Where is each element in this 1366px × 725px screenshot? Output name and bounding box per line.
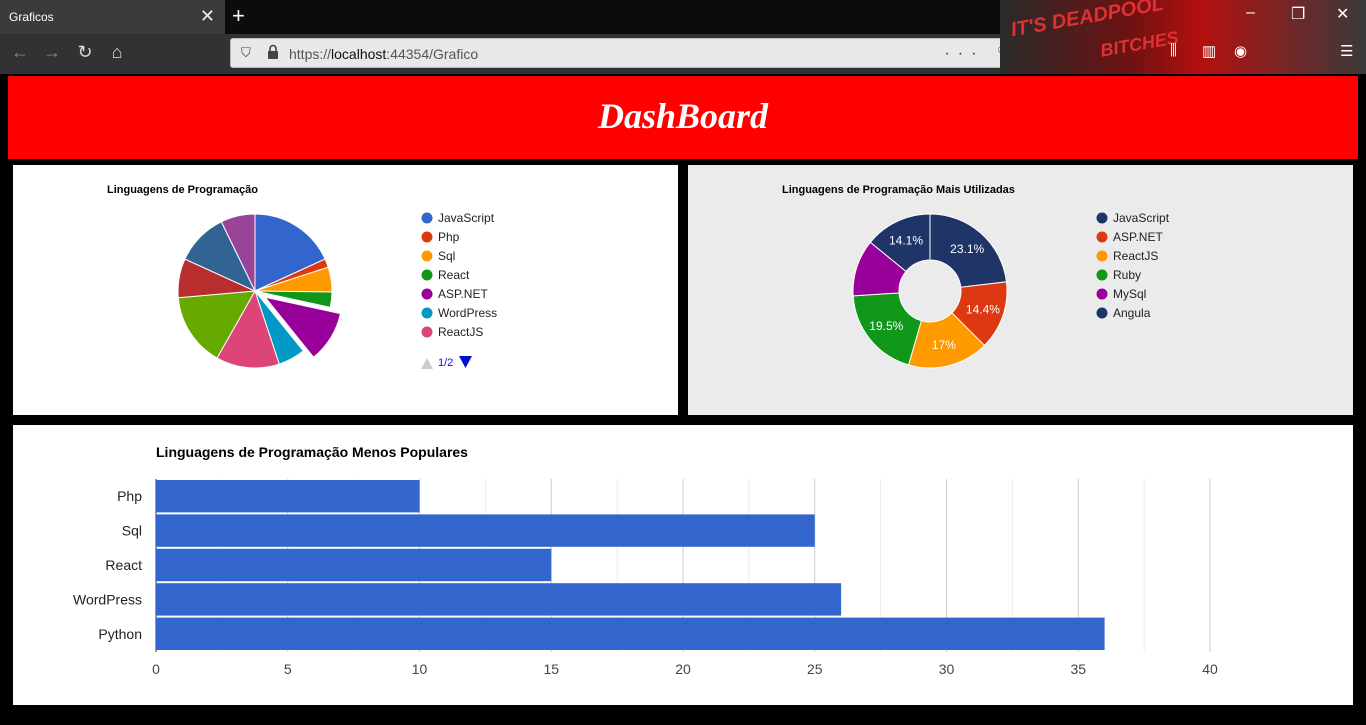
tab-title: Graficos (9, 10, 54, 24)
page-title: DashBoard (597, 96, 769, 136)
x-tick-label: 0 (152, 661, 160, 677)
legend-swatch (1096, 269, 1108, 281)
bar-python[interactable] (156, 617, 1105, 650)
x-tick-label: 5 (284, 661, 292, 677)
chart-title: Linguagens de Programação (107, 184, 258, 196)
legend-item-wordpress[interactable]: WordPress (438, 306, 497, 320)
bar-sql[interactable] (156, 514, 815, 547)
legend-item-reactjs[interactable]: ReactJS (1113, 249, 1158, 263)
legend-swatch (1096, 231, 1108, 243)
url-text[interactable]: https://localhost:44354/Grafico (289, 46, 478, 62)
donut-chart-panel: Linguagens de Programação Mais Utilizada… (688, 165, 1353, 415)
legend-swatch (1096, 288, 1108, 300)
legend-item-react[interactable]: React (438, 268, 470, 282)
bar-chart-panel: Linguagens de Programação Menos Populare… (13, 425, 1353, 705)
chart-title: Linguagens de Programação Menos Populare… (156, 444, 468, 460)
theme-text-2: BITCHES (1098, 27, 1181, 61)
legend-page: 1/2 (438, 357, 453, 369)
menu-icon[interactable]: ☰ (1340, 42, 1353, 60)
legend-swatch (421, 212, 433, 224)
bar-wordpress[interactable] (156, 583, 842, 616)
shield-icon[interactable]: ⛉ (241, 45, 251, 61)
address-bar[interactable]: ⛉ https://localhost:44354/Grafico ··· ♡ … (230, 38, 1065, 68)
url-host: localhost (331, 46, 387, 62)
bar-php[interactable] (156, 480, 420, 513)
legend-swatch (421, 269, 433, 281)
slice-label-ruby: 19.5% (869, 319, 903, 333)
browser-theme-artwork: IT'S DEADPOOL BITCHES – ❐ ✕ ⫼ ▥ ◉ ☰ (1000, 0, 1366, 74)
x-tick-label: 35 (1070, 661, 1086, 677)
bar-react[interactable] (156, 548, 552, 582)
x-tick-label: 40 (1202, 661, 1218, 677)
category-label-sql: Sql (122, 523, 142, 539)
legend-swatch (1096, 212, 1108, 224)
slice-label-javascript: 23.1% (950, 242, 984, 256)
dashboard-header: DashBoard (8, 76, 1358, 159)
legend-item-javascript[interactable]: JavaScript (1113, 211, 1170, 225)
reload-icon[interactable]: ↻ (73, 42, 97, 63)
legend-swatch (1096, 250, 1108, 262)
legend-swatch (421, 250, 433, 262)
legend-item-angula[interactable]: Angula (1113, 306, 1151, 320)
bar-chart: Linguagens de Programação Menos Populare… (73, 444, 1218, 677)
legend-item-mysql[interactable]: MySql (1113, 287, 1146, 301)
legend-next-arrow-icon[interactable] (459, 356, 472, 368)
category-label-php: Php (117, 488, 142, 504)
category-label-wordpress: WordPress (73, 591, 142, 607)
pie-chart: Linguagens de Programação JavaScript Php S… (107, 184, 497, 369)
close-window-icon[interactable]: ✕ (1336, 4, 1349, 24)
legend-swatch (421, 231, 433, 243)
legend-item-ruby[interactable]: Ruby (1113, 268, 1141, 282)
legend-swatch (1096, 307, 1108, 319)
x-tick-label: 15 (543, 661, 559, 677)
minimize-icon[interactable]: – (1246, 4, 1255, 22)
home-icon[interactable]: ⌂ (105, 42, 129, 63)
legend-item-php[interactable]: Php (438, 230, 460, 244)
account-icon[interactable]: ◉ (1234, 42, 1247, 60)
legend-item-asp-net[interactable]: ASP.NET (438, 287, 488, 301)
restore-icon[interactable]: ❐ (1291, 4, 1305, 24)
pie-chart-panel: Linguagens de Programação JavaScript Php S… (13, 165, 678, 415)
sidebar-icon[interactable]: ▥ (1202, 42, 1216, 60)
category-label-react: React (105, 557, 142, 573)
legend-swatch (421, 288, 433, 300)
x-tick-label: 30 (939, 661, 955, 677)
url-protocol: https:// (289, 46, 332, 62)
category-label-python: Python (98, 626, 142, 642)
slice-label-angula: 14.1% (889, 233, 923, 247)
forward-icon[interactable]: → (40, 42, 64, 63)
legend-prev-arrow-icon[interactable] (421, 358, 433, 369)
url-path: :44354/Grafico (386, 46, 479, 62)
lock-icon[interactable] (267, 44, 279, 60)
library-icon[interactable]: ⫼ (1170, 42, 1177, 59)
legend-item-asp-net[interactable]: ASP.NET (1113, 230, 1163, 244)
close-tab-icon[interactable]: ✕ (200, 6, 215, 27)
legend-item-javascript[interactable]: JavaScript (438, 211, 495, 225)
slice-label-asp-net: 14.4% (966, 302, 1000, 316)
x-tick-label: 20 (675, 661, 691, 677)
donut-chart: Linguagens de Programação Mais Utilizada… (782, 184, 1170, 369)
back-icon[interactable]: ← (8, 42, 32, 63)
slice-label-reactjs: 17% (932, 338, 956, 352)
legend-item-sql[interactable]: Sql (438, 249, 455, 263)
new-tab-button[interactable]: + (232, 3, 245, 29)
x-tick-label: 25 (807, 661, 823, 677)
browser-tab[interactable]: Graficos ✕ (0, 0, 225, 34)
x-tick-label: 10 (412, 661, 428, 677)
legend-swatch (421, 307, 433, 319)
legend-swatch (421, 326, 433, 338)
legend-item-reactjs[interactable]: ReactJS (438, 325, 483, 339)
chart-title: Linguagens de Programação Mais Utilizada… (782, 184, 1015, 196)
